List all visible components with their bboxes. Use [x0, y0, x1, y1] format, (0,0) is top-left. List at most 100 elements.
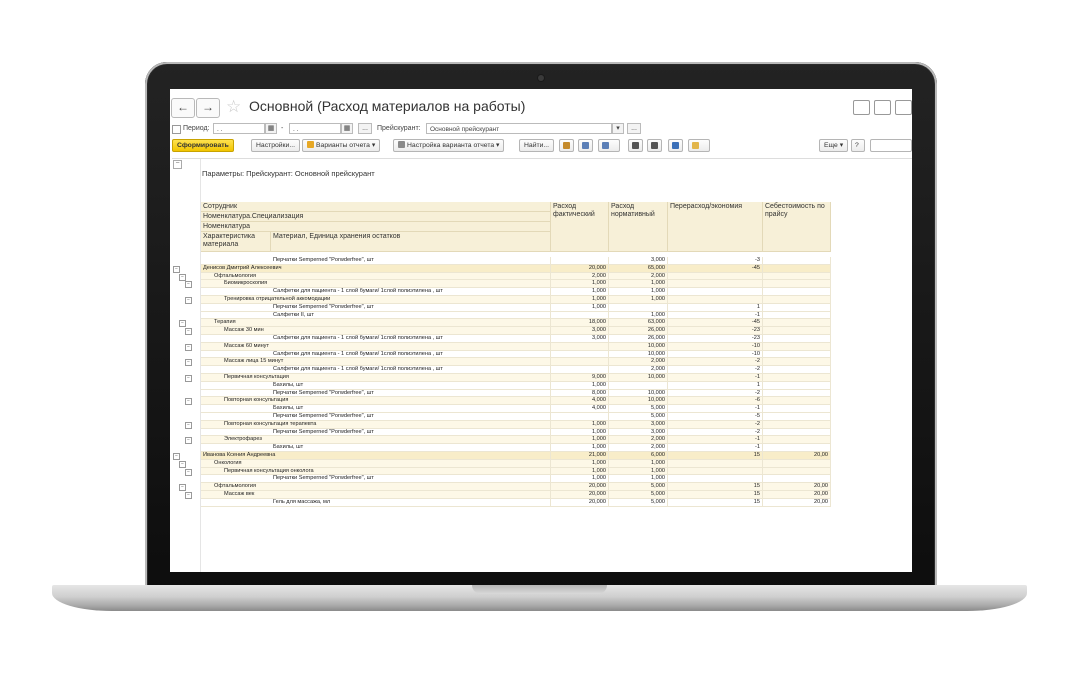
- table-row[interactable]: − Тренировка отрицательной аккомодации 1,0…: [172, 296, 912, 304]
- table-row[interactable]: − Первичная консультация 9,000 10,000 -1: [172, 374, 912, 382]
- search-input[interactable]: [870, 139, 912, 152]
- back-button[interactable]: ←: [171, 98, 195, 118]
- cell-variance: -6: [668, 397, 763, 406]
- table-row[interactable]: Бахилы, шт 1,000 2,000 -1: [172, 444, 912, 452]
- settings-button[interactable]: Настройки...: [251, 139, 300, 152]
- cell-variance: -2: [668, 366, 763, 374]
- cell-variance: 15: [668, 483, 763, 491]
- variant-settings-icon: [398, 141, 405, 148]
- table-row[interactable]: Салфетки II, шт 1,000 -1: [172, 311, 912, 320]
- window-icons: [849, 100, 912, 118]
- table-row[interactable]: − Офтальмология 2,000 2,000: [172, 272, 912, 281]
- more-label: Еще: [824, 142, 838, 149]
- cell-normative: 2,000: [609, 444, 668, 452]
- table-row[interactable]: Перчатки Semperned "Porwderfree", шт 1,00…: [172, 428, 912, 437]
- variant-settings-button[interactable]: Настройка варианта отчета ▾: [393, 139, 505, 152]
- date-from-input[interactable]: . .: [213, 123, 265, 134]
- table-row[interactable]: − Массаж 30 мин 3,000 26,000 -23: [172, 327, 912, 336]
- cell-cost: [763, 389, 831, 398]
- group-icon[interactable]: [559, 139, 574, 152]
- expand-icon[interactable]: [578, 139, 593, 152]
- report-variants-button[interactable]: Варианты отчета ▾: [302, 139, 381, 152]
- row-gutter: [172, 444, 200, 452]
- calendar-to-icon[interactable]: ▦: [341, 123, 353, 134]
- pricelist-more-button[interactable]: ...: [627, 123, 641, 134]
- row-gutter: [172, 335, 200, 343]
- cell-actual: 3,000: [551, 327, 609, 335]
- table-row[interactable]: − Иванова Ксения Андреевна 21,000 6,000 15 20…: [172, 452, 912, 460]
- cell-actual: 8,000: [551, 389, 609, 398]
- cell-actual: 21,000: [551, 452, 609, 460]
- print-window-icon[interactable]: [874, 100, 891, 115]
- table-row[interactable]: Перчатки Semperned "Porwderfree", шт 1,00…: [172, 303, 912, 312]
- row-gutter: −: [172, 491, 200, 499]
- pricelist-input[interactable]: Основной прейскурант: [426, 123, 612, 134]
- table-row[interactable]: Салфетки для пациента - 1 слой бумаги/ 1…: [172, 288, 912, 296]
- generate-button[interactable]: Сформировать: [172, 139, 234, 152]
- table-row[interactable]: − Денисов Дмитрий Алексеевич 20,000 65,000-…: [172, 264, 912, 273]
- table-row[interactable]: Салфетки для пациента - 1 слой бумаги/ 1…: [172, 366, 912, 374]
- table-row[interactable]: − Повторная консультация 4,000 10,000 -6: [172, 397, 912, 406]
- table-row[interactable]: Перчатки Semperned "Porwderfree", шт 1,00…: [172, 475, 912, 484]
- table-row[interactable]: − Массаж лица 15 минут 2,000 -2: [172, 358, 912, 367]
- preview-icon[interactable]: [647, 139, 662, 152]
- table-row[interactable]: Перчатки Semperned "Porwderfree", шт 5,00…: [172, 413, 912, 421]
- cell-normative: [609, 381, 668, 390]
- cell-cost: 20,00: [763, 483, 831, 491]
- cell-normative: 1,000: [609, 459, 668, 468]
- cell-variance: [668, 272, 763, 281]
- params-row: − Параметры: Прейскурант: Основной прейс…: [172, 159, 912, 181]
- cell-actual: [551, 366, 609, 374]
- cell-cost: [763, 397, 831, 406]
- row-gutter: [172, 257, 200, 265]
- table-row[interactable]: − Первичная консультация онколога 1,000 1,0…: [172, 467, 912, 476]
- cell-actual: 1,000: [551, 444, 609, 452]
- table-row[interactable]: Перчатки Semperned "Porwderfree", шт 3,00…: [172, 257, 912, 265]
- table-row[interactable]: Бахилы, шт 1,000 1: [172, 381, 912, 390]
- calendar-from-icon[interactable]: ▦: [265, 123, 277, 134]
- date-to-input[interactable]: . .: [289, 123, 341, 134]
- table-row[interactable]: − Онкология 1,000 1,000: [172, 459, 912, 468]
- collapse-params-icon[interactable]: −: [173, 160, 182, 169]
- table-row[interactable]: − Массаж 60 минут 10,000 -10: [172, 342, 912, 351]
- table-row[interactable]: − Терапия 18,000 63,000 -45: [172, 319, 912, 328]
- table-row[interactable]: − Повторная консультация терапевта 1,000 3,…: [172, 420, 912, 429]
- find-button[interactable]: Найти...: [519, 139, 555, 152]
- cell-variance: -23: [668, 327, 763, 335]
- print-icon[interactable]: [628, 139, 643, 152]
- table-row[interactable]: − Офтальмология 20,000 5,000 15 20,00: [172, 483, 912, 492]
- more-button[interactable]: Еще ▾: [819, 139, 849, 152]
- cell-normative: 10,000: [609, 397, 668, 406]
- table-row[interactable]: Салфетки для пациента - 1 слой бумаги/ 1…: [172, 350, 912, 359]
- period-checkbox[interactable]: [172, 125, 181, 134]
- cell-actual: 1,000: [551, 288, 609, 296]
- table-row[interactable]: − Биомикроскопия 1,000 1,000: [172, 280, 912, 289]
- favorite-star-icon[interactable]: ☆: [226, 97, 241, 117]
- table-row[interactable]: Перчатки Semperned "Porwderfree", шт 8,00…: [172, 389, 912, 398]
- period-more-button[interactable]: ...: [358, 123, 372, 134]
- cell-actual: [551, 413, 609, 421]
- table-row[interactable]: Гель для массажа, мл 20,000 5,000 15 20,00: [172, 498, 912, 507]
- cell-variance: 1: [668, 381, 763, 390]
- pricelist-dropdown-icon[interactable]: ▾: [612, 123, 624, 134]
- save-window-icon[interactable]: [853, 100, 870, 115]
- table-row[interactable]: − Электрофарез 1,000 2,000 -1: [172, 436, 912, 445]
- forward-button[interactable]: →: [196, 98, 220, 118]
- table-row[interactable]: Бахилы, шт 4,000 5,000 -1: [172, 405, 912, 413]
- cell-normative: 5,000: [609, 483, 668, 491]
- cell-name: Салфетки для пациента - 1 слой бумаги/ 1…: [201, 288, 551, 296]
- row-gutter: [172, 413, 200, 421]
- save-icon[interactable]: [668, 139, 683, 152]
- table-row[interactable]: Салфетки для пациента - 1 слой бумаги/ 1…: [172, 335, 912, 343]
- help-button[interactable]: ?: [851, 139, 865, 152]
- row-gutter: [172, 475, 200, 483]
- preview-window-icon[interactable]: [895, 100, 912, 115]
- header-actual: Расход фактический: [551, 202, 609, 252]
- row-gutter: [172, 499, 200, 507]
- mail-icon[interactable]: [688, 139, 710, 152]
- row-gutter: −: [172, 397, 200, 406]
- cell-normative: 1,000: [609, 475, 668, 484]
- cell-actual: 1,000: [551, 436, 609, 445]
- table-row[interactable]: − Массаж век 20,000 5,000 15 20,00: [172, 491, 912, 499]
- structure-icon[interactable]: [598, 139, 620, 152]
